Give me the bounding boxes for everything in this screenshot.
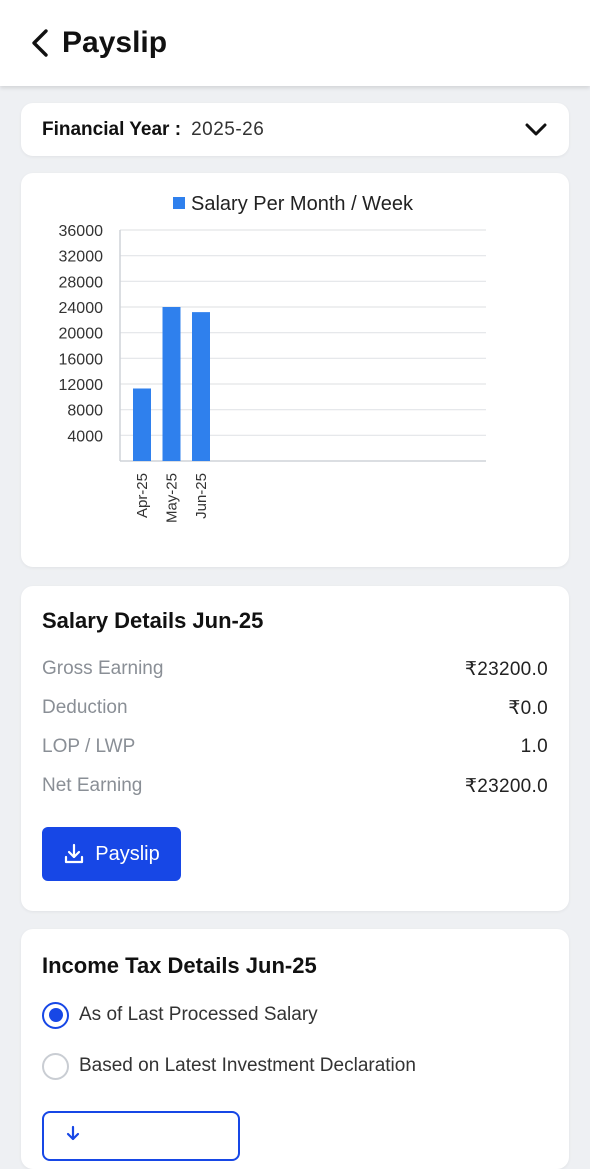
row-value: ₹23200.0 — [464, 658, 548, 680]
radio-label: As of Last Processed Salary — [79, 1004, 318, 1025]
y-tick-label: 12000 — [59, 377, 104, 394]
y-tick-label: 32000 — [59, 249, 104, 266]
row-label: Gross Earning — [42, 658, 164, 679]
row-label: LOP / LWP — [42, 736, 136, 757]
y-tick-label: 28000 — [59, 274, 104, 291]
x-tick-label: Apr-25 — [134, 473, 151, 518]
x-tick-label: May-25 — [164, 473, 181, 523]
income-tax-heading: Income Tax Details Jun-25 — [42, 953, 317, 978]
row-label: Deduction — [42, 697, 128, 718]
chevron-down-icon[interactable] — [524, 122, 548, 138]
financial-year-value: 2025-26 — [191, 118, 265, 140]
row-label: Net Earning — [42, 775, 143, 796]
back-button[interactable] — [20, 23, 60, 63]
deduction-row: Deduction ₹0.0 — [42, 695, 548, 721]
gross-earning-row: Gross Earning ₹23200.0 — [42, 656, 548, 682]
download-payslip-button[interactable]: Payslip — [42, 827, 181, 881]
row-value: ₹0.0 — [508, 697, 548, 719]
legend-swatch — [173, 197, 185, 209]
salary-details-heading: Salary Details Jun-25 — [42, 608, 264, 633]
row-value: 1.0 — [520, 736, 548, 757]
y-tick-label: 36000 — [59, 223, 104, 240]
bar-May-25 — [162, 307, 181, 461]
download-icon — [66, 1125, 80, 1141]
download-payslip-label: Payslip — [95, 842, 160, 865]
salary-bar-chart: Salary Per Month / Week 4000 8000 12000 1600… — [59, 193, 486, 523]
chevron-left-icon — [32, 29, 48, 57]
legend-label: Salary Per Month / Week — [191, 193, 414, 215]
lop-lwp-row: LOP / LWP 1.0 — [42, 734, 548, 760]
salary-chart-card: Salary Per Month / Week 4000 8000 12000 1600… — [21, 173, 569, 567]
salary-details-card: Salary Details Jun-25 Gross Earning ₹232… — [21, 586, 569, 911]
y-tick-label: 24000 — [59, 300, 104, 317]
radio-last-processed-salary[interactable]: As of Last Processed Salary — [42, 1000, 318, 1030]
y-tick-label: 8000 — [67, 403, 103, 420]
financial-year-select[interactable]: Financial Year : 2025-26 — [21, 103, 569, 156]
radio-label: Based on Latest Investment Declaration — [79, 1055, 416, 1076]
net-earning-row: Net Earning ₹23200.0 — [42, 773, 548, 799]
income-tax-card: Income Tax Details Jun-25 As of Last Pro… — [21, 929, 569, 1169]
page-title: Payslip — [62, 26, 168, 59]
income-tax-download-button[interactable] — [42, 1111, 240, 1161]
y-tick-label: 16000 — [59, 351, 104, 368]
download-icon — [65, 843, 84, 864]
y-tick-label: 20000 — [59, 326, 104, 343]
financial-year-label: Financial Year : — [42, 118, 182, 140]
radio-unselected-icon[interactable] — [42, 1052, 69, 1080]
bar-Apr-25 — [133, 388, 151, 461]
y-tick-label: 4000 — [67, 428, 103, 445]
row-value: ₹23200.0 — [464, 775, 548, 797]
radio-latest-investment-declaration[interactable]: Based on Latest Investment Declaration — [42, 1051, 416, 1081]
x-tick-label: Jun-25 — [193, 473, 210, 519]
bar-Jun-25 — [192, 312, 210, 461]
radio-selected-icon[interactable] — [42, 1001, 69, 1029]
app-bar: Payslip — [0, 0, 590, 86]
